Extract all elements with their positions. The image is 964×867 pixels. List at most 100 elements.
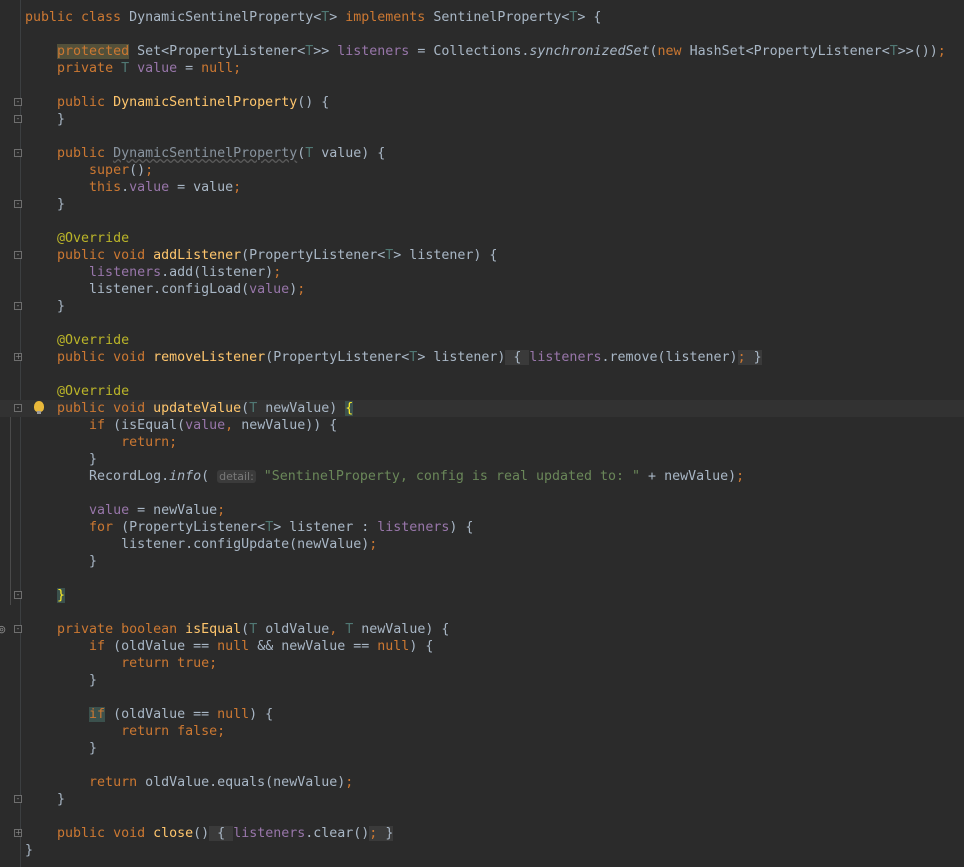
folded-region[interactable]: { [505, 350, 530, 365]
code-token: if [89, 639, 114, 654]
expand-fold-icon[interactable]: + [14, 829, 22, 837]
code-line[interactable]: return oldValue.equals(newValue); [0, 774, 964, 791]
code-line[interactable]: } - [0, 196, 964, 213]
code-token: T [305, 146, 322, 161]
code-line[interactable]: } [0, 553, 964, 570]
code-line[interactable]: protected Set<PropertyListener< T >> liste… [0, 43, 964, 60]
code-line[interactable]: listeners.add(listener); [0, 264, 964, 281]
collapse-fold-icon[interactable]: - [14, 795, 22, 803]
code-line[interactable] [0, 485, 964, 502]
code-line[interactable]: public void removeListener(PropertyListe… [0, 349, 964, 366]
code-line[interactable]: return false; [0, 723, 964, 740]
code-token: listeners [529, 350, 602, 365]
code-line[interactable]: @Override [0, 230, 964, 247]
code-line[interactable] [0, 570, 964, 587]
code-line[interactable]: public class DynamicSentinelProperty<T> … [0, 9, 964, 26]
code-token: listener.configLoad( [25, 282, 250, 297]
code-token: newValue)) { [241, 418, 338, 433]
code-token: T [265, 520, 274, 535]
code-token: HashSet<PropertyListener< [689, 44, 890, 59]
code-token: ) { [249, 707, 274, 722]
code-token: public void [57, 248, 154, 263]
code-line[interactable]: public DynamicSentinelProperty() {- [0, 94, 964, 111]
lightbulb-icon[interactable] [34, 401, 44, 414]
code-line[interactable]: } [0, 842, 964, 859]
code-line[interactable]: if (isEqual(value, newValue)) { [0, 417, 964, 434]
code-token: listeners [89, 265, 162, 280]
code-line[interactable]: } [0, 451, 964, 468]
code-line[interactable]: return true; [0, 655, 964, 672]
folded-region[interactable]: } [745, 350, 762, 365]
code-line[interactable] [0, 315, 964, 332]
code-token: newValue) { [361, 622, 450, 637]
expand-fold-icon[interactable]: + [14, 353, 22, 361]
code-line[interactable]: this.value = value; [0, 179, 964, 196]
code-line[interactable]: listener.configLoad(value); [0, 281, 964, 298]
code-line[interactable]: } [0, 672, 964, 689]
code-line[interactable]: super(); [0, 162, 964, 179]
code-line[interactable]: value = newValue; [0, 502, 964, 519]
code-line[interactable] [0, 26, 964, 43]
code-line[interactable]: } - [0, 791, 964, 808]
code-line[interactable] [0, 77, 964, 94]
code-token: oldValue [265, 622, 330, 637]
collapse-fold-icon[interactable]: - [14, 625, 22, 633]
code-token: null; [201, 61, 242, 76]
code-line[interactable] [0, 689, 964, 706]
code-token: listeners [233, 826, 306, 841]
code-token: .remove(listener) [601, 350, 738, 365]
collapse-fold-icon[interactable]: - [14, 98, 22, 106]
code-editor[interactable]: public class DynamicSentinelProperty<T> … [0, 9, 964, 859]
collapse-fold-icon[interactable]: - [14, 200, 22, 208]
code-line[interactable]: } [0, 740, 964, 757]
code-line[interactable] [0, 808, 964, 825]
code-token: ; [937, 44, 946, 59]
code-line[interactable]: private T value = null; [0, 60, 964, 77]
code-line[interactable] [0, 128, 964, 145]
code-line[interactable] [0, 604, 964, 621]
folded-region[interactable]: ; [737, 350, 746, 365]
code-line[interactable] [0, 366, 964, 383]
code-line[interactable]: public void addListener(PropertyListener… [0, 247, 964, 264]
code-token: .add(listener) [161, 265, 274, 280]
code-line[interactable]: if (oldValue == null) { [0, 706, 964, 723]
code-line[interactable]: } - [0, 111, 964, 128]
folded-region[interactable]: } [377, 826, 394, 841]
code-token: > { [577, 10, 602, 25]
code-line[interactable]: } - [0, 587, 964, 604]
code-line[interactable]: private boolean isEqual(T oldValue, T ne… [0, 621, 964, 638]
collapse-fold-icon[interactable]: - [14, 251, 22, 259]
collapse-fold-icon[interactable]: - [14, 149, 22, 157]
code-line[interactable]: listener.configUpdate(newValue); [0, 536, 964, 553]
code-line[interactable]: public void updateValue(T newValue) {- [0, 400, 964, 417]
code-line[interactable]: for (PropertyListener<T> listener : list… [0, 519, 964, 536]
code-token: null [217, 639, 258, 654]
code-token: ( [201, 469, 218, 484]
code-line[interactable]: @Override [0, 383, 964, 400]
collapse-fold-icon[interactable]: - [14, 115, 22, 123]
code-line[interactable]: public void close() { listeners.clear();… [0, 825, 964, 842]
code-line[interactable]: if (oldValue == null && newValue == null… [0, 638, 964, 655]
code-line[interactable]: public DynamicSentinelProperty(T value) … [0, 145, 964, 162]
code-line[interactable] [0, 757, 964, 774]
collapse-fold-icon[interactable]: - [14, 404, 22, 412]
code-token: > listener) { [393, 248, 498, 263]
code-line[interactable]: RecordLog.info( detail: "SentinelPropert… [0, 468, 964, 485]
collapse-fold-icon[interactable]: - [14, 591, 22, 599]
code-token: > [329, 10, 346, 25]
code-token: + newValue) [640, 469, 737, 484]
code-line[interactable]: return; [0, 434, 964, 451]
code-token: ( [241, 622, 250, 637]
implements-icon[interactable]: ⊚ [0, 621, 6, 638]
code-line[interactable] [0, 213, 964, 230]
code-token: } [25, 554, 98, 569]
collapse-fold-icon[interactable]: - [14, 302, 22, 310]
folded-region[interactable]: { [209, 826, 234, 841]
code-line[interactable]: @Override [0, 332, 964, 349]
code-token: ; [273, 265, 282, 280]
code-token: info [169, 469, 202, 484]
code-line[interactable]: } - [0, 298, 964, 315]
